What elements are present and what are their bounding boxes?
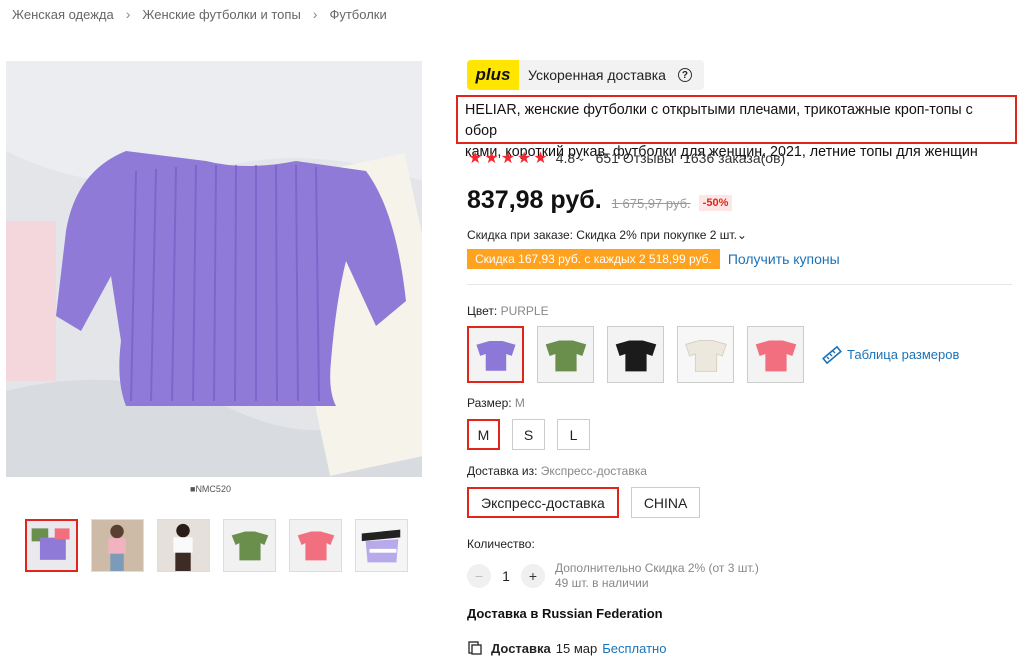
thumbnail-green-top[interactable]	[223, 519, 276, 572]
image-caption: ■NMC520	[190, 484, 231, 494]
chevron-down-icon[interactable]: ⌄	[577, 153, 585, 164]
size-option-l[interactable]: L	[557, 419, 590, 450]
selected-ship-from-value: Экспресс-доставка	[540, 464, 647, 478]
selected-size-value: M	[514, 396, 525, 410]
quantity-label: Количество:	[467, 537, 535, 551]
color-swatch-green[interactable]	[537, 326, 594, 383]
decrease-quantity-button[interactable]: −	[467, 564, 491, 588]
size-chart-link[interactable]: Таблица размеров	[821, 344, 959, 366]
thumbnail-woman-white[interactable]	[157, 519, 210, 572]
size-option-s[interactable]: S	[512, 419, 545, 450]
plus-delivery-text: Ускоренная доставка	[528, 67, 666, 83]
delivery-label: Доставка	[491, 640, 551, 656]
size-options: M S L	[467, 419, 590, 450]
chevron-right-icon: ›	[312, 6, 318, 22]
size-label: Размер: M	[467, 396, 525, 410]
breadcrumb-item-womens-clothing[interactable]: Женская одежда	[12, 7, 114, 22]
help-icon[interactable]: ?	[677, 68, 692, 82]
breadcrumb: Женская одежда › Женские футболки и топы…	[12, 6, 387, 22]
size-option-m[interactable]: M	[467, 419, 500, 450]
divider	[467, 284, 1012, 285]
delivery-cost: Бесплатно	[602, 640, 667, 656]
color-swatch-purple[interactable]	[467, 326, 524, 383]
thumbnail-strip	[25, 519, 408, 572]
rating-value[interactable]: 4.8	[556, 150, 575, 166]
color-swatch-pink[interactable]	[747, 326, 804, 383]
breadcrumb-item-tshirts-tops[interactable]: Женские футболки и топы	[142, 7, 300, 22]
rating-row: ★★★★★ 4.8 ⌄ 651 Отзывы 1636 заказа(ов)	[468, 148, 785, 168]
thumbnail-woman-pink[interactable]	[91, 519, 144, 572]
delivery-heading: Доставка в Russian Federation	[467, 606, 663, 621]
quantity-stepper: − 1 + Дополнительно Скидка 2% (от 3 шт.)…	[467, 561, 759, 591]
ruler-icon	[822, 345, 842, 364]
color-swatch-black[interactable]	[607, 326, 664, 383]
price-row: 837,98 руб. 1 675,97 руб. -50%	[467, 186, 733, 215]
quantity-value[interactable]: 1	[491, 568, 521, 584]
orders-count: 1636 заказа(ов)	[683, 150, 786, 166]
color-swatch-white[interactable]	[677, 326, 734, 383]
selected-color-value: PURPLE	[500, 304, 549, 318]
quantity-info: Дополнительно Скидка 2% (от 3 шт.) 49 шт…	[555, 561, 759, 590]
ship-from-options: Экспресс-доставка CHINA	[467, 487, 701, 518]
chevron-right-icon: ›	[125, 6, 131, 22]
star-rating-icon: ★★★★★	[468, 150, 550, 167]
discount-badge: -50%	[698, 195, 733, 211]
breadcrumb-item-tshirts[interactable]: Футболки	[329, 7, 386, 22]
old-price: 1 675,97 руб.	[611, 196, 691, 211]
coupon-row: Скидка 167,93 руб. с каждых 2 518,99 руб…	[467, 249, 840, 269]
product-main-image[interactable]	[6, 61, 422, 477]
color-label: Цвет: PURPLE	[467, 304, 549, 318]
plus-delivery-banner: plus Ускоренная доставка ?	[467, 60, 704, 90]
thumbnail-purple-top[interactable]	[25, 519, 78, 572]
delivery-date: 15 мар	[555, 640, 598, 656]
ship-option-express[interactable]: Экспресс-доставка	[467, 487, 619, 518]
delivery-row: Доставка 15 мар Бесплатно	[467, 640, 666, 656]
thumbnail-lavender-striped[interactable]	[355, 519, 408, 572]
reviews-count[interactable]: 651 Отзывы	[596, 150, 675, 166]
current-price: 837,98 руб.	[467, 186, 602, 214]
get-coupons-link[interactable]: Получить купоны	[728, 251, 840, 267]
ship-option-china[interactable]: CHINA	[630, 487, 701, 518]
coupon-tag: Скидка 167,93 руб. с каждых 2 518,99 руб…	[467, 249, 720, 269]
product-title-highlight: HELIAR, женские футболки с открытыми пле…	[456, 95, 1017, 160]
increase-quantity-button[interactable]: +	[521, 564, 545, 588]
order-discount-info[interactable]: Скидка при заказе: Скидка 2% при покупке…	[467, 228, 747, 242]
ship-from-label: Доставка из: Экспресс-доставка	[467, 464, 647, 478]
thumbnail-pink-top[interactable]	[289, 519, 342, 572]
plus-badge: plus	[467, 60, 519, 90]
chevron-down-icon: ⌄	[736, 228, 747, 242]
delivery-icon	[468, 641, 482, 655]
color-options: Таблица размеров	[467, 326, 959, 383]
